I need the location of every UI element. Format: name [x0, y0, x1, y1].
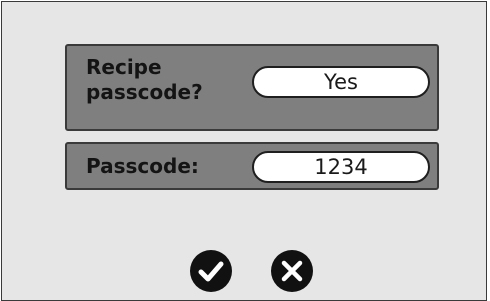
passcode-row: Passcode: 1234 — [65, 142, 439, 190]
cancel-button[interactable] — [271, 250, 313, 292]
passcode-label: Passcode: — [86, 154, 199, 178]
close-icon — [281, 260, 303, 282]
passcode-field[interactable]: 1234 — [252, 151, 430, 183]
check-icon — [198, 261, 224, 282]
recipe-passcode-row: Recipe passcode? Yes — [65, 44, 439, 131]
passcode-dialog: Recipe passcode? Yes Passcode: 1234 — [1, 1, 487, 301]
confirm-button[interactable] — [190, 250, 232, 292]
recipe-passcode-label: Recipe passcode? — [86, 55, 203, 104]
recipe-passcode-toggle[interactable]: Yes — [252, 66, 430, 98]
